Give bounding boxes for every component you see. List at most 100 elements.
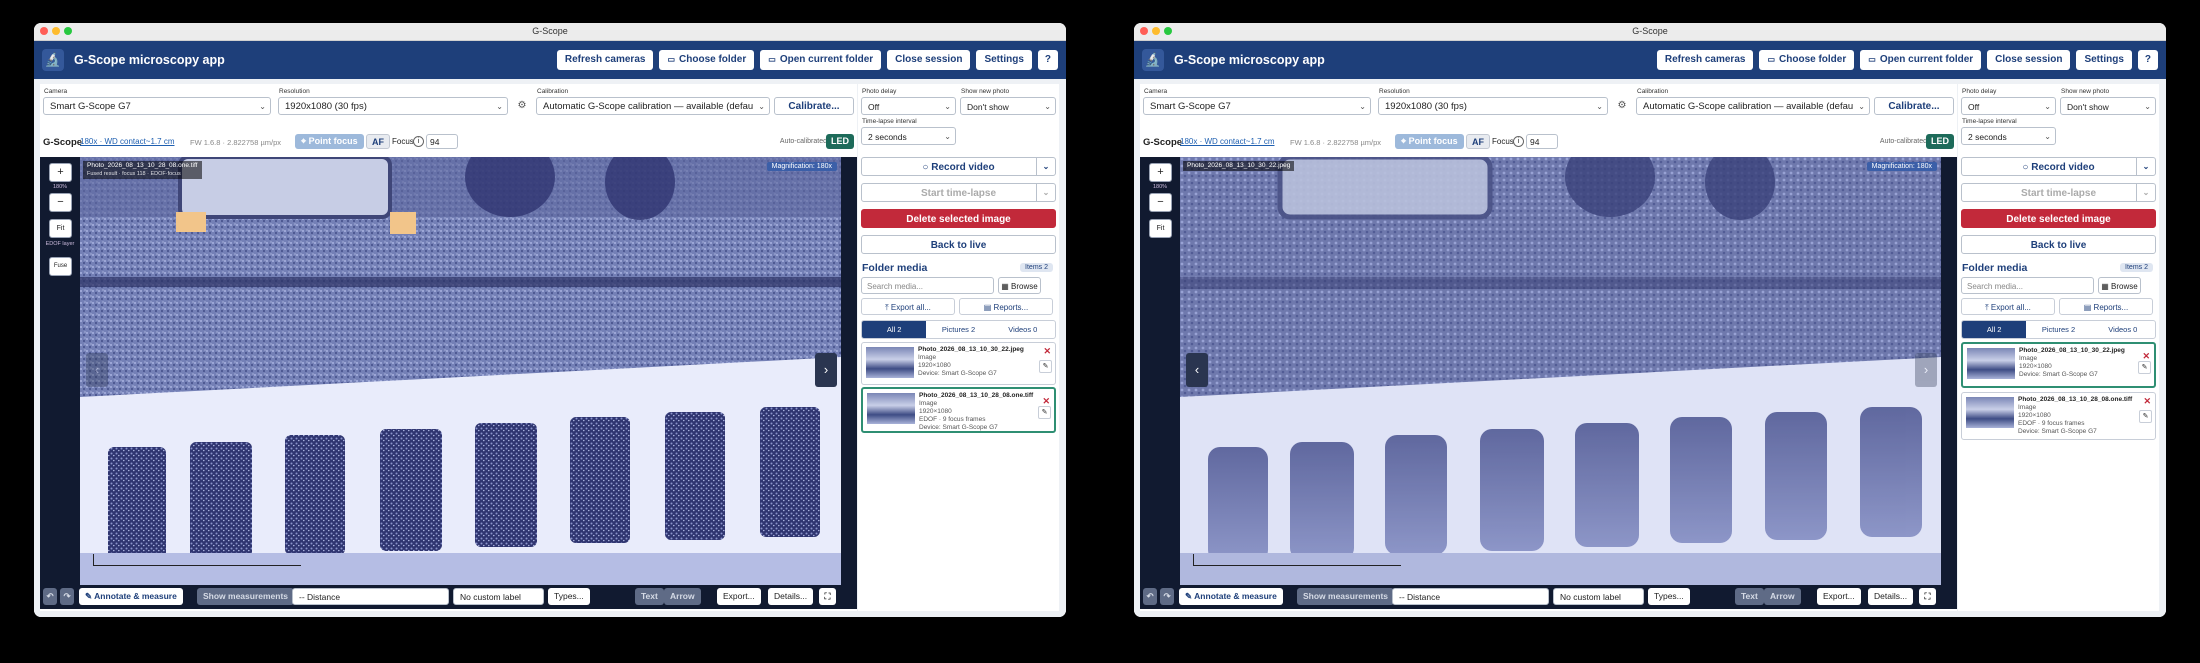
camera-select[interactable]: Smart G-Scope G7 ⌄ bbox=[43, 97, 271, 115]
autofocus-button[interactable]: AF bbox=[1466, 134, 1490, 149]
fullscreen-icon[interactable]: ⛶ bbox=[819, 588, 836, 605]
custom-label-select[interactable]: No custom label bbox=[453, 588, 544, 605]
calibrate-button[interactable]: Calibrate... bbox=[774, 97, 854, 115]
record-video-button[interactable]: ○ Record video ⌄ bbox=[1961, 157, 2156, 176]
fuse-select[interactable]: Fuse bbox=[49, 257, 72, 276]
zoom-out-button[interactable]: − bbox=[1149, 193, 1172, 212]
point-focus-button[interactable]: ⌖ Point focus bbox=[1395, 134, 1464, 149]
tab-all[interactable]: All 2 bbox=[862, 321, 927, 338]
export-all-button[interactable]: ⤒ Export all... bbox=[1961, 298, 2055, 315]
calibration-select[interactable]: Automatic G-Scope calibration — availabl… bbox=[536, 97, 770, 115]
calibration-select[interactable]: Automatic G-Scope calibration — availabl… bbox=[1636, 97, 1870, 115]
browse-button[interactable]: ▦ Browse bbox=[998, 277, 1041, 294]
undo-button[interactable]: ↶ bbox=[1143, 588, 1157, 605]
settings-button[interactable]: Settings bbox=[976, 50, 1032, 70]
choose-folder-button[interactable]: ▭ Choose folder bbox=[1759, 50, 1855, 70]
help-button[interactable]: ? bbox=[2137, 50, 2158, 70]
delete-selected-image-button[interactable]: Delete selected image bbox=[1961, 209, 2156, 228]
calibrate-button[interactable]: Calibrate... bbox=[1874, 97, 1954, 115]
magnification-link[interactable]: 180x · WD contact~1.7 cm bbox=[1180, 137, 1274, 146]
photo-delay-select[interactable]: Off ⌄ bbox=[861, 97, 956, 115]
undo-button[interactable]: ↶ bbox=[43, 588, 57, 605]
annotate-measure-button[interactable]: ✎ Annotate & measure bbox=[1179, 588, 1283, 605]
tab-pictures[interactable]: Pictures 2 bbox=[926, 321, 990, 338]
zoom-in-button[interactable]: + bbox=[1149, 163, 1172, 182]
chevron-down-icon[interactable]: ⌄ bbox=[1036, 184, 1055, 201]
next-image-button[interactable]: › bbox=[815, 353, 837, 387]
resolution-select[interactable]: 1920x1080 (30 fps) ⌄ bbox=[278, 97, 508, 115]
camera-select[interactable]: Smart G-Scope G7 ⌄ bbox=[1143, 97, 1371, 115]
led-toggle[interactable]: LED bbox=[826, 134, 854, 149]
export-button[interactable]: Export... bbox=[717, 588, 761, 605]
microscope-image[interactable]: Photo_2026_08_13_10_30_22.jpeg Magnifica… bbox=[1180, 157, 1941, 585]
minimize-window-button[interactable] bbox=[1152, 27, 1160, 35]
custom-label-select[interactable]: No custom label bbox=[1553, 588, 1644, 605]
help-button[interactable]: ? bbox=[1037, 50, 1058, 70]
export-all-button[interactable]: ⤒ Export all... bbox=[861, 298, 955, 315]
gear-icon[interactable]: ⚙ bbox=[1615, 99, 1629, 113]
zoom-window-button[interactable] bbox=[64, 27, 72, 35]
timelapse-interval-select[interactable]: 2 seconds ⌄ bbox=[1961, 127, 2056, 145]
details-button[interactable]: Details... bbox=[1868, 588, 1914, 605]
next-image-button[interactable]: › bbox=[1915, 353, 1937, 387]
export-button[interactable]: Export... bbox=[1817, 588, 1861, 605]
edit-icon[interactable]: ✎ bbox=[2138, 361, 2151, 374]
focus-input[interactable]: 94 bbox=[1526, 134, 1558, 149]
magnification-link[interactable]: 180x · WD contact~1.7 cm bbox=[80, 137, 174, 146]
gear-icon[interactable]: ⚙ bbox=[515, 99, 529, 113]
open-current-folder-button[interactable]: ▭ Open current folder bbox=[760, 50, 882, 70]
tab-all[interactable]: All 2 bbox=[1962, 321, 2027, 338]
media-item[interactable]: Photo_2026_08_13_10_30_22.jpeg Image 192… bbox=[861, 342, 1056, 385]
zoom-in-button[interactable]: + bbox=[49, 163, 72, 182]
types-button[interactable]: Types... bbox=[548, 588, 590, 605]
browse-button[interactable]: ▦ Browse bbox=[2098, 277, 2141, 294]
reports-button[interactable]: ▤ Reports... bbox=[2059, 298, 2153, 315]
start-timelapse-button[interactable]: Start time-lapse ⌄ bbox=[1961, 183, 2156, 202]
chevron-down-icon[interactable]: ⌄ bbox=[2136, 158, 2155, 175]
autofocus-button[interactable]: AF bbox=[366, 134, 390, 149]
refresh-cameras-button[interactable]: Refresh cameras bbox=[556, 50, 654, 70]
start-timelapse-button[interactable]: Start time-lapse ⌄ bbox=[861, 183, 1056, 202]
chevron-down-icon[interactable]: ⌄ bbox=[1036, 158, 1055, 175]
types-button[interactable]: Types... bbox=[1648, 588, 1690, 605]
tab-videos[interactable]: Videos 0 bbox=[2091, 321, 2155, 338]
edit-icon[interactable]: ✎ bbox=[1038, 406, 1051, 419]
open-current-folder-button[interactable]: ▭ Open current folder bbox=[1860, 50, 1982, 70]
photo-delay-select[interactable]: Off ⌄ bbox=[1961, 97, 2056, 115]
previous-image-button[interactable]: ‹ bbox=[86, 353, 108, 387]
arrow-tool-button[interactable]: Arrow bbox=[664, 588, 701, 605]
show-measurements-button[interactable]: Show measurements bbox=[1297, 588, 1395, 605]
arrow-tool-button[interactable]: Arrow bbox=[1764, 588, 1801, 605]
led-toggle[interactable]: LED bbox=[1926, 134, 1954, 149]
edit-icon[interactable]: ✎ bbox=[2139, 410, 2152, 423]
close-session-button[interactable]: Close session bbox=[887, 50, 971, 70]
text-tool-button[interactable]: Text bbox=[635, 588, 664, 605]
point-focus-button[interactable]: ⌖ Point focus bbox=[295, 134, 364, 149]
info-icon[interactable]: i bbox=[1513, 136, 1524, 147]
delete-icon[interactable]: ✕ bbox=[1043, 346, 1051, 357]
edit-icon[interactable]: ✎ bbox=[1039, 360, 1052, 373]
fit-button[interactable]: Fit bbox=[49, 219, 72, 238]
tab-videos[interactable]: Videos 0 bbox=[991, 321, 1055, 338]
search-media-input[interactable]: Search media... bbox=[1961, 277, 2094, 294]
delete-selected-image-button[interactable]: Delete selected image bbox=[861, 209, 1056, 228]
distance-select[interactable]: -- Distance bbox=[292, 588, 449, 605]
text-tool-button[interactable]: Text bbox=[1735, 588, 1764, 605]
record-video-button[interactable]: ○ Record video ⌄ bbox=[861, 157, 1056, 176]
close-window-button[interactable] bbox=[40, 27, 48, 35]
zoom-out-button[interactable]: − bbox=[49, 193, 72, 212]
settings-button[interactable]: Settings bbox=[2076, 50, 2132, 70]
minimize-window-button[interactable] bbox=[52, 27, 60, 35]
details-button[interactable]: Details... bbox=[768, 588, 814, 605]
refresh-cameras-button[interactable]: Refresh cameras bbox=[1656, 50, 1754, 70]
resolution-select[interactable]: 1920x1080 (30 fps) ⌄ bbox=[1378, 97, 1608, 115]
close-window-button[interactable] bbox=[1140, 27, 1148, 35]
fullscreen-icon[interactable]: ⛶ bbox=[1919, 588, 1936, 605]
redo-button[interactable]: ↷ bbox=[1160, 588, 1174, 605]
delete-icon[interactable]: ✕ bbox=[2143, 396, 2151, 407]
choose-folder-button[interactable]: ▭ Choose folder bbox=[659, 50, 755, 70]
back-to-live-button[interactable]: Back to live bbox=[861, 235, 1056, 254]
focus-input[interactable]: 94 bbox=[426, 134, 458, 149]
media-item-selected[interactable]: Photo_2026_08_13_10_28_08.one.tiff Image… bbox=[861, 387, 1056, 433]
info-icon[interactable]: i bbox=[413, 136, 424, 147]
